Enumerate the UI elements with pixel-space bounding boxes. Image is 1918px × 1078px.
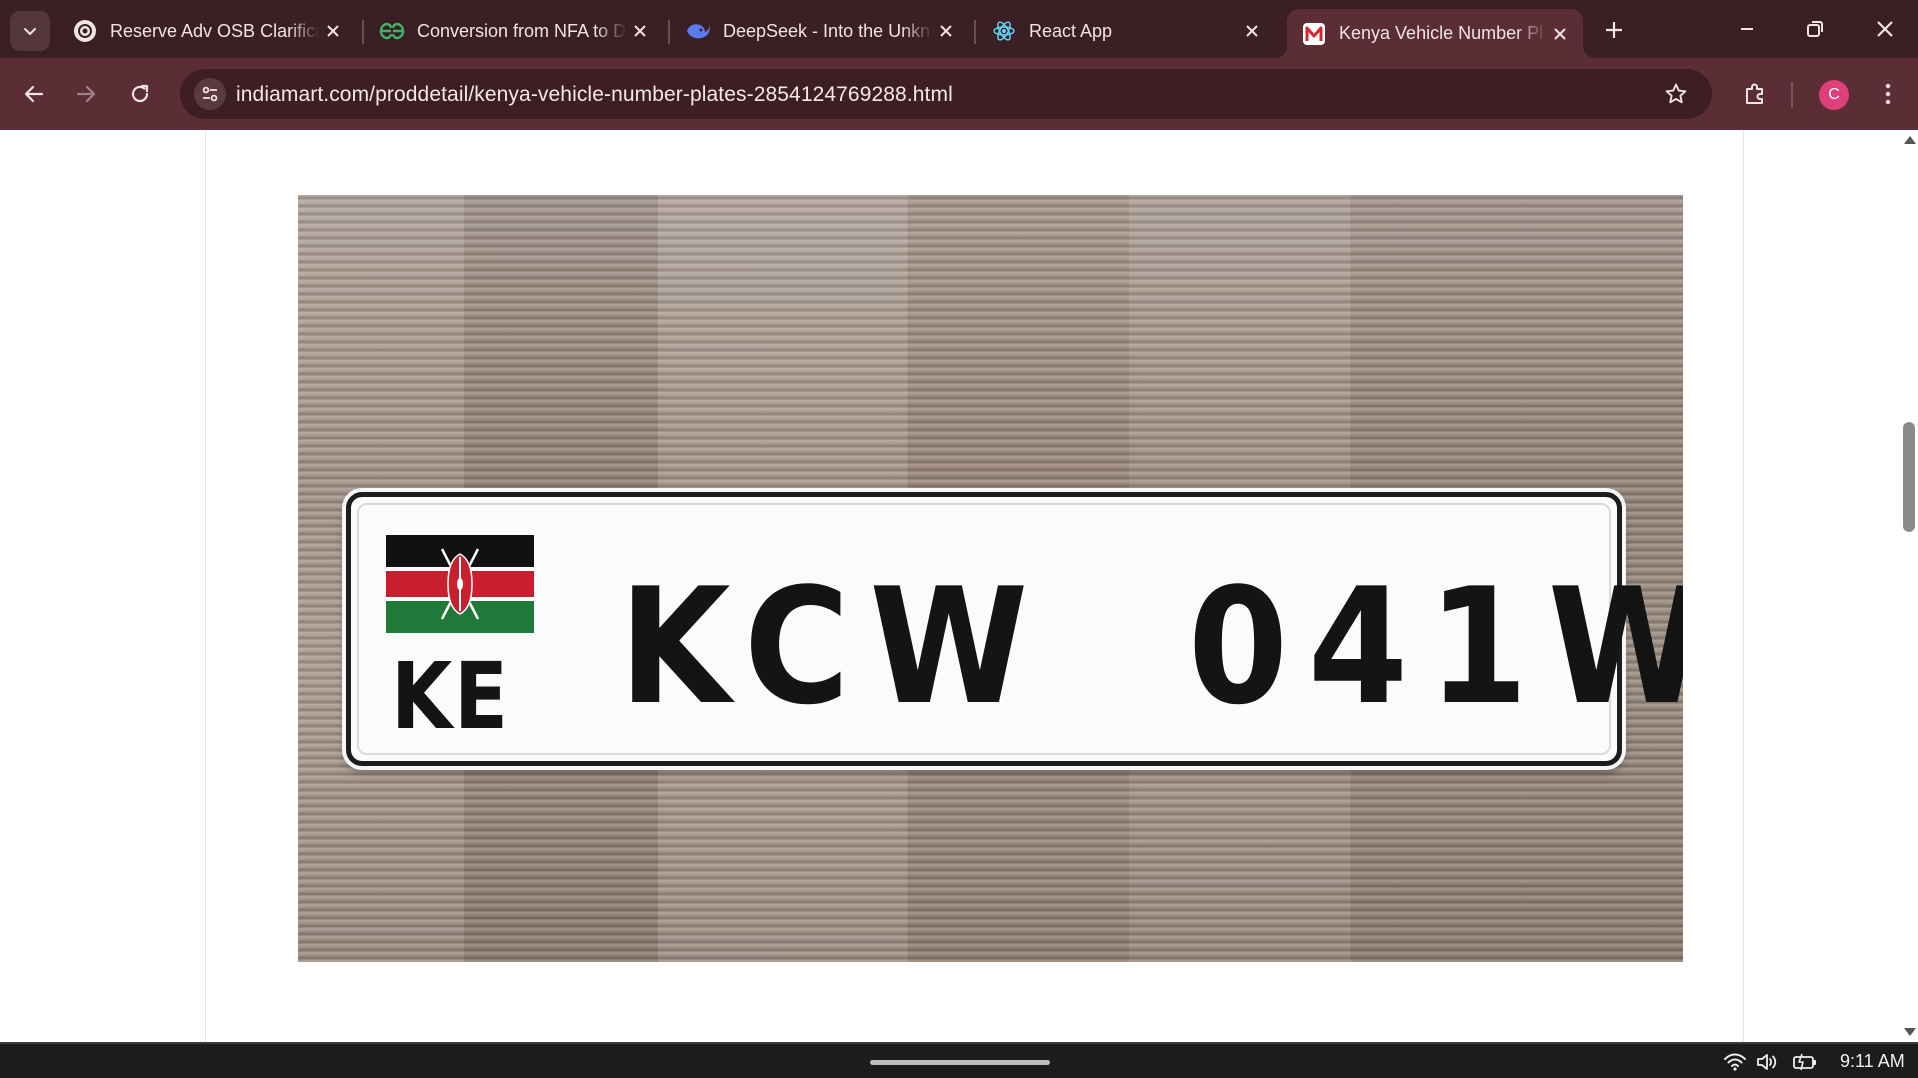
close-tab-icon[interactable] [933, 18, 959, 44]
more-vertical-icon [1885, 83, 1891, 105]
extensions-button[interactable] [1735, 74, 1775, 114]
tab-reserve-adv-osb[interactable]: Reserve Adv OSB Clarifica [58, 9, 356, 53]
volume-icon[interactable] [1754, 1050, 1780, 1074]
scroll-up-arrow-icon[interactable] [1904, 136, 1916, 144]
deepseek-icon [685, 18, 711, 44]
puzzle-icon [1746, 83, 1763, 104]
close-icon [1877, 21, 1893, 37]
reload-button[interactable] [120, 74, 160, 114]
tab-nfa-conversion[interactable]: Conversion from NFA to D [365, 9, 663, 53]
minimize-window-button[interactable] [1718, 6, 1776, 52]
page-viewport: KE KCW 041W [0, 130, 1900, 1042]
browser-toolbar: indiamart.com/proddetail/kenya-vehicle-n… [0, 58, 1918, 130]
plate-country-code: KE [391, 643, 510, 750]
kenya-flag-icon [386, 535, 534, 633]
reload-icon [131, 84, 149, 103]
number-plate: KE KCW 041W [346, 492, 1683, 766]
tab-title: DeepSeek - Into the Unkn [723, 20, 931, 41]
tab-kenya-vehicle-number-plates[interactable]: Kenya Vehicle Number Pl [1287, 9, 1583, 58]
tab-separator [668, 20, 670, 44]
minimize-icon [1741, 28, 1753, 30]
browser-menu-button[interactable] [1868, 74, 1908, 114]
scroll-down-arrow-icon[interactable] [1904, 1028, 1916, 1036]
back-button[interactable] [14, 74, 54, 114]
tab-separator [974, 20, 976, 44]
tab-react-app[interactable]: React App [977, 9, 1275, 53]
chevron-down-icon [24, 28, 36, 36]
plus-icon [1606, 22, 1622, 38]
site-info-button[interactable] [194, 78, 226, 110]
bookmark-star-button[interactable] [1662, 80, 1690, 108]
toolbar-separator [1791, 82, 1793, 108]
url-text: indiamart.com/proddetail/kenya-vehicle-n… [236, 83, 953, 106]
geeksforgeeks-icon [379, 18, 405, 44]
arrow-left-icon [24, 85, 44, 103]
tab-deepseek[interactable]: DeepSeek - Into the Unkn [671, 9, 969, 53]
restore-window-button[interactable] [1786, 6, 1844, 52]
profile-avatar[interactable]: C [1819, 80, 1849, 110]
tab-strip: Reserve Adv OSB Clarifica Conversion fro… [0, 0, 1918, 58]
tab-search-button[interactable] [10, 11, 50, 51]
close-tab-icon[interactable] [627, 18, 653, 44]
close-tab-icon[interactable] [1547, 21, 1573, 47]
close-window-button[interactable] [1856, 6, 1914, 52]
new-tab-button[interactable] [1596, 12, 1632, 48]
page-scrollbar[interactable] [1900, 130, 1918, 1042]
tab-title: React App [1029, 20, 1113, 41]
os-shelf: 9:11 AM [0, 1042, 1918, 1078]
home-indicator[interactable] [870, 1060, 1050, 1065]
indiamart-icon [1301, 21, 1327, 47]
react-icon [991, 18, 1017, 44]
forward-button[interactable] [66, 74, 106, 114]
plate-registration-number: KCW 041W [619, 553, 1683, 740]
tune-icon [202, 86, 218, 102]
close-tab-icon[interactable] [1239, 18, 1265, 44]
wifi-icon[interactable] [1722, 1050, 1748, 1074]
tab-separator [362, 20, 364, 44]
product-image[interactable]: KE KCW 041W [298, 195, 1683, 962]
tab-title: Reserve Adv OSB Clarifica [110, 20, 320, 41]
address-bar[interactable]: indiamart.com/proddetail/kenya-vehicle-n… [180, 69, 1712, 119]
tab-title: Conversion from NFA to D [417, 20, 627, 41]
tab-title: Kenya Vehicle Number Pl [1339, 23, 1544, 43]
arrow-right-icon [76, 85, 96, 103]
close-tab-icon[interactable] [320, 18, 346, 44]
scrollbar-thumb[interactable] [1903, 422, 1915, 532]
battery-icon[interactable] [1792, 1050, 1818, 1074]
star-icon [1665, 83, 1687, 104]
openai-icon [72, 18, 98, 44]
restore-icon [1807, 21, 1823, 37]
system-clock[interactable]: 9:11 AM [1840, 1051, 1905, 1072]
